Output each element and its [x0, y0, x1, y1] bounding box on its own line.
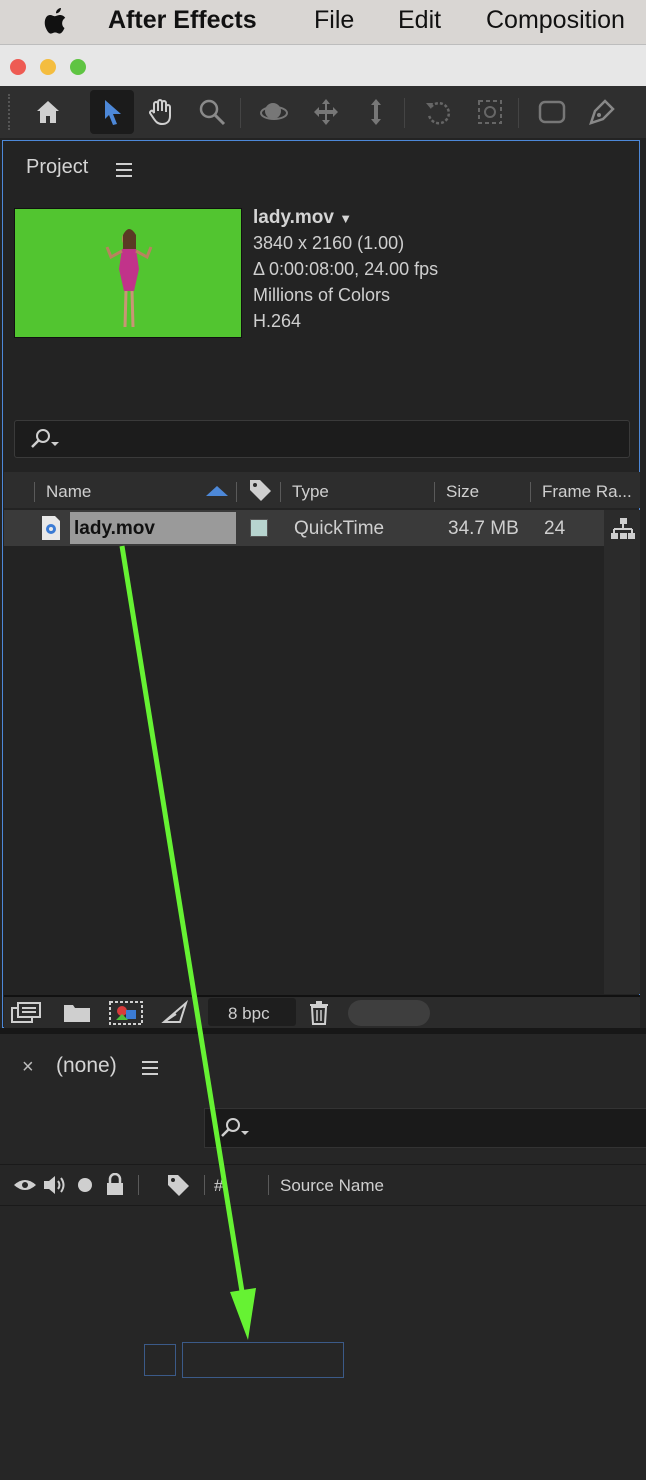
footage-dimensions: 3840 x 2160 (1.00)	[253, 233, 405, 253]
menu-edit[interactable]: Edit	[398, 6, 441, 35]
drop-target-small	[144, 1344, 176, 1376]
audio-icon[interactable]	[42, 1173, 68, 1197]
orbit-camera-icon[interactable]	[256, 94, 292, 130]
column-divider	[530, 482, 531, 502]
row-type-text: QuickTime	[294, 518, 385, 539]
chevron-down-icon[interactable]: ▼	[339, 211, 352, 226]
close-icon[interactable]: ×	[22, 1056, 34, 1079]
close-window-button[interactable]	[10, 59, 26, 75]
new-composition-icon[interactable]	[108, 1000, 144, 1026]
footage-colors: Millions of Colors	[253, 285, 391, 305]
flowchart-column	[604, 510, 640, 994]
app-menu[interactable]: After Effects	[108, 6, 257, 35]
footage-codec: H.264	[253, 311, 302, 331]
timeline-divider	[0, 1028, 646, 1034]
column-frame-rate[interactable]: Frame Ra...	[542, 482, 632, 502]
rectangle-tool-icon[interactable]	[534, 94, 570, 130]
column-name[interactable]: Name	[46, 482, 91, 502]
toolbar-divider	[518, 98, 519, 128]
column-divider	[34, 482, 35, 502]
column-divider	[138, 1175, 139, 1195]
label-color-swatch[interactable]	[250, 519, 268, 537]
trash-icon[interactable]	[306, 1000, 332, 1026]
project-bottom-bar: 8 bpc	[4, 995, 640, 1029]
column-source-name[interactable]: Source Name	[280, 1176, 384, 1196]
toolbar-divider	[404, 98, 405, 128]
bpc-button[interactable]: 8 bpc	[208, 998, 296, 1026]
solo-icon[interactable]	[78, 1178, 92, 1192]
column-divider	[280, 482, 281, 502]
bpc-label: 8 bpc	[228, 1004, 270, 1023]
column-divider	[268, 1175, 269, 1195]
row-frame-rate-text: 24	[544, 518, 566, 539]
home-icon[interactable]	[30, 94, 66, 130]
new-folder-icon[interactable]	[62, 1000, 92, 1026]
horizontal-scrollbar[interactable]	[348, 1000, 430, 1026]
flowchart-icon[interactable]	[610, 516, 636, 542]
column-size[interactable]: Size	[446, 482, 479, 502]
menu-bar: After Effects File Edit Composition	[0, 0, 646, 44]
pan-behind-icon[interactable]	[472, 94, 508, 130]
footage-duration: Δ 0:00:08:00, 24.00 fps	[253, 259, 439, 279]
panel-menu-icon[interactable]	[116, 160, 132, 177]
hand-tool-icon[interactable]	[142, 94, 178, 130]
project-search-input[interactable]	[14, 420, 630, 458]
column-divider	[434, 482, 435, 502]
footage-file-icon	[42, 516, 60, 540]
interpret-footage-icon[interactable]	[10, 1000, 44, 1026]
row-size-text: 34.7 MB	[448, 518, 519, 539]
timeline-panel-title[interactable]: (none)	[56, 1054, 117, 1078]
drop-target-layer	[182, 1342, 344, 1378]
project-column-header: Name Type Size Frame Ra...	[4, 472, 640, 508]
menu-file[interactable]: File	[314, 6, 354, 35]
footage-name[interactable]: lady.mov ▼	[253, 207, 352, 229]
lock-icon[interactable]	[105, 1173, 125, 1197]
toolbar-grip	[8, 94, 16, 130]
thumbnail-figure	[15, 209, 241, 337]
zoom-window-button[interactable]	[70, 59, 86, 75]
search-icon[interactable]	[27, 426, 63, 452]
label-tag-icon[interactable]	[247, 477, 273, 503]
selection-tool-icon[interactable]	[90, 90, 134, 134]
pan-camera-icon[interactable]	[308, 94, 344, 130]
render-queue-icon[interactable]	[160, 1000, 190, 1026]
search-icon[interactable]	[217, 1115, 253, 1141]
toolbar-divider	[240, 98, 241, 128]
apple-icon[interactable]	[40, 4, 70, 45]
row-name-text: lady.mov	[74, 518, 155, 539]
column-number[interactable]: #	[214, 1176, 223, 1196]
column-type[interactable]: Type	[292, 482, 329, 502]
tools-toolbar	[0, 86, 646, 138]
window-titlebar	[0, 44, 646, 87]
sort-ascending-icon[interactable]	[204, 484, 230, 498]
column-divider	[236, 482, 237, 502]
footage-thumbnail	[14, 208, 242, 338]
project-panel-title[interactable]: Project	[26, 156, 88, 179]
pen-tool-icon[interactable]	[584, 94, 620, 130]
eye-icon[interactable]	[13, 1175, 37, 1195]
menu-composition[interactable]: Composition	[486, 6, 625, 35]
zoom-tool-icon[interactable]	[194, 94, 230, 130]
dolly-camera-icon[interactable]	[358, 94, 394, 130]
label-tag-icon[interactable]	[165, 1172, 191, 1198]
row-name-cell[interactable]: lady.mov	[70, 512, 236, 544]
table-row[interactable]: lady.mov QuickTime 34.7 MB 24	[4, 510, 604, 546]
timeline-search-input[interactable]	[204, 1108, 646, 1148]
column-divider	[204, 1175, 205, 1195]
panel-menu-icon[interactable]	[142, 1058, 158, 1075]
timeline-panel	[0, 1034, 646, 1480]
rotation-tool-icon[interactable]	[420, 94, 456, 130]
footage-name-text: lady.mov	[253, 207, 334, 228]
minimize-window-button[interactable]	[40, 59, 56, 75]
timeline-column-header: # Source Name	[0, 1164, 646, 1206]
